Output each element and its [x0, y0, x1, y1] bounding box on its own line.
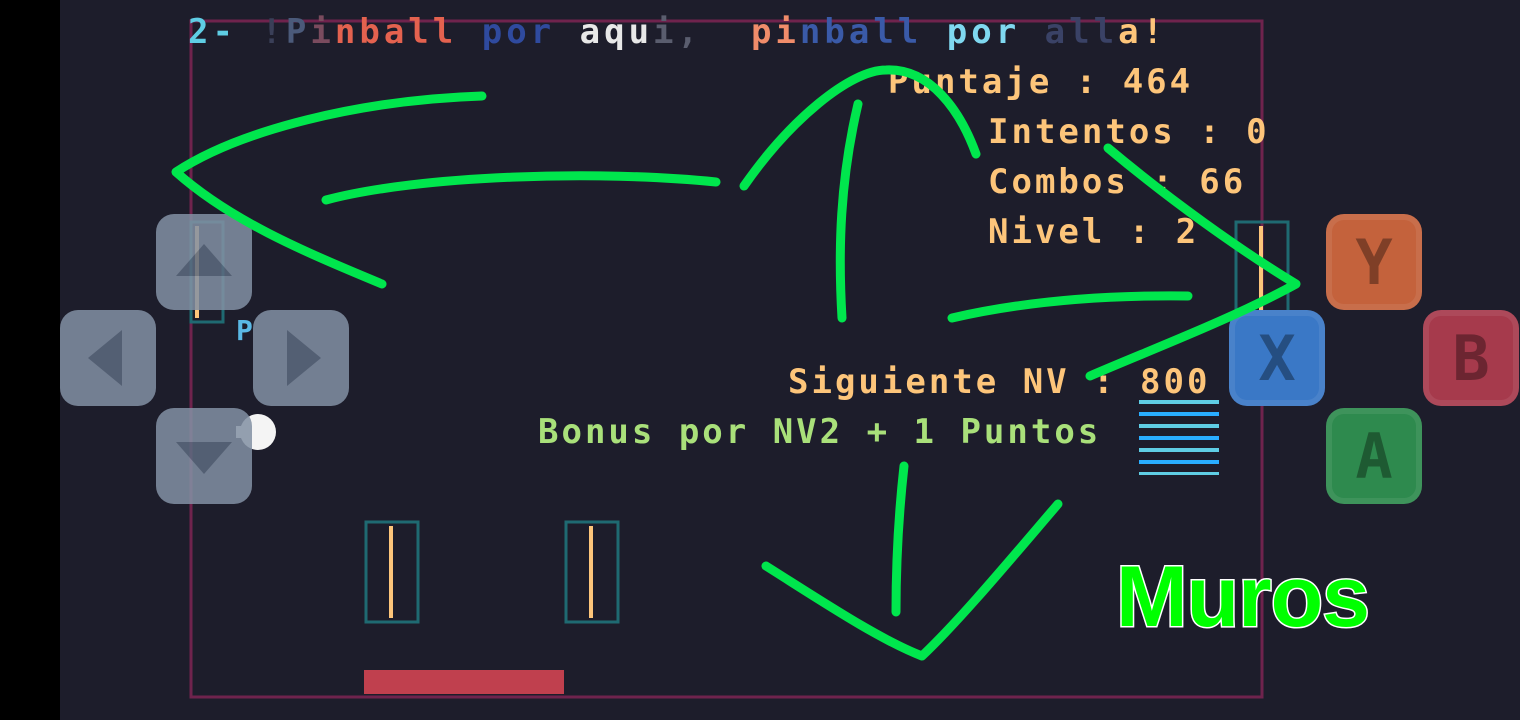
- level-text: Nivel : 2: [988, 212, 1200, 252]
- dpad-left-button[interactable]: [60, 310, 156, 406]
- y-button-label: Y: [1355, 225, 1393, 299]
- title-segment: nball: [799, 12, 923, 52]
- title-segment: a!: [1118, 12, 1168, 52]
- x-button-label: X: [1258, 321, 1296, 395]
- title-segment: [702, 12, 751, 52]
- striped-brick: [1139, 400, 1219, 475]
- title-segment: 2-: [188, 12, 237, 52]
- dpad-right-button[interactable]: [253, 310, 349, 406]
- title-segment: [457, 12, 481, 52]
- y-button[interactable]: Y: [1326, 214, 1422, 310]
- wall-bottom-1: [364, 520, 420, 624]
- title-segment: aqu: [579, 12, 654, 52]
- bonus-text: Bonus por NV2 + 1 Puntos: [538, 412, 1102, 452]
- paddle: [364, 670, 564, 694]
- title-segment: !: [236, 12, 286, 52]
- left-arrow-icon: [88, 330, 122, 386]
- title-segment: por: [946, 12, 1021, 52]
- title-segment: nball: [334, 12, 458, 52]
- title-segment: pi: [750, 12, 800, 52]
- b-button[interactable]: B: [1423, 310, 1519, 406]
- title-segment: all: [1044, 12, 1119, 52]
- score-text: Puntaje : 464: [888, 62, 1194, 102]
- down-arrow-icon: [176, 442, 232, 474]
- tries-text: Intentos : 0: [988, 112, 1270, 152]
- dpad-down-button[interactable]: [156, 408, 252, 504]
- combos-text: Combos : 66: [988, 162, 1247, 202]
- title-segment: P: [285, 12, 311, 52]
- level-title: 2- !Pinball por aqui, pinball por alla!: [188, 12, 1167, 52]
- title-segment: por: [481, 12, 556, 52]
- dpad-up-button[interactable]: [156, 214, 252, 310]
- wall-bottom-2: [564, 520, 620, 624]
- title-segment: i,: [653, 12, 702, 52]
- wall-right-top: [1234, 220, 1290, 324]
- title-segment: [922, 12, 946, 52]
- up-arrow-icon: [176, 244, 232, 276]
- title-segment: [555, 12, 579, 52]
- a-button[interactable]: A: [1326, 408, 1422, 504]
- next-level-text: Siguiente NV : 800: [788, 362, 1211, 402]
- title-segment: i: [310, 12, 335, 52]
- ball-label: P: [236, 314, 253, 347]
- b-button-label: B: [1452, 321, 1490, 395]
- right-arrow-icon: [287, 330, 321, 386]
- x-button[interactable]: X: [1229, 310, 1325, 406]
- a-button-label: A: [1355, 419, 1393, 493]
- muros-annotation: Muros: [1115, 548, 1372, 647]
- title-segment: [1020, 12, 1044, 52]
